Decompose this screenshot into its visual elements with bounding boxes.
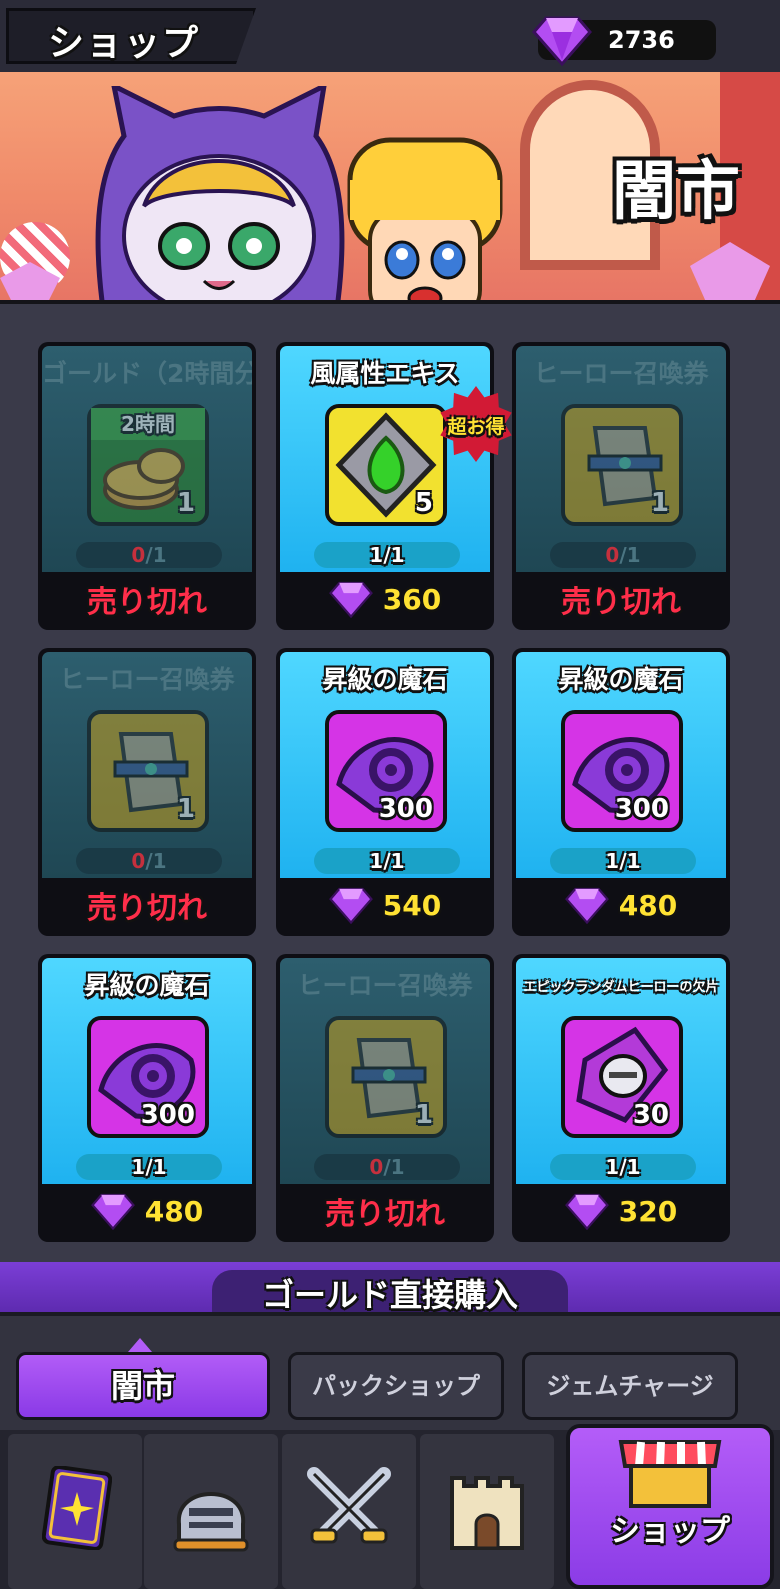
gem-icon <box>532 16 592 66</box>
item-qty: 1 <box>650 488 669 518</box>
nav-shop-label: ショップ <box>610 1514 730 1549</box>
gold-purchase-label: ゴールド直接購入 <box>261 1276 518 1314</box>
item-qty: 300 <box>614 794 669 824</box>
purchase-limit: 0/1 <box>314 1154 460 1180</box>
item-name: 昇級の魔石 <box>558 665 684 694</box>
gem-count: 2736 <box>608 26 675 54</box>
item-qty: 1 <box>176 488 195 518</box>
item-name: 昇級の魔石 <box>84 971 210 1000</box>
sold-out-label: 売り切れ <box>87 585 207 620</box>
item-name: 昇級の魔石 <box>322 665 448 694</box>
shop-item-card[interactable]: エピックランダムヒーローの欠片 30 1/1 320 <box>512 954 730 1242</box>
hooded-cat-character <box>95 86 345 300</box>
icon-label: 2時間 <box>91 408 205 440</box>
purchase-limit: 1/1 <box>314 542 460 568</box>
gem-icon <box>564 1193 609 1230</box>
card-icon <box>42 1466 112 1550</box>
nav-battle[interactable] <box>282 1434 416 1589</box>
tab-black-market[interactable]: 闇市 <box>16 1352 270 1420</box>
shop-item-card[interactable]: ヒーロー召喚券 1 0/1 売り切れ <box>276 954 494 1242</box>
gem-icon <box>90 1193 135 1230</box>
shop-item-card[interactable]: ヒーロー召喚券 1 0/1 売り切れ <box>38 648 256 936</box>
item-name: ゴールド（2時間分） <box>42 359 252 388</box>
purchase-limit: 0/1 <box>76 542 222 568</box>
shop-item-card[interactable]: 昇級の魔石 300 1/1 540 <box>276 648 494 936</box>
gem-icon <box>564 887 609 924</box>
blonde-kid-character <box>347 137 503 300</box>
tab-gem-charge[interactable]: ジェムチャージ <box>522 1352 738 1420</box>
page-title: ショップ <box>48 23 201 64</box>
crossed-swords-icon <box>307 1467 391 1544</box>
shop-item-card[interactable]: ヒーロー召喚券 1 0/1 売り切れ <box>512 342 730 630</box>
nav-cards[interactable] <box>8 1434 142 1589</box>
purchase-limit: 0/1 <box>76 848 222 874</box>
sold-out-label: 売り切れ <box>325 1197 445 1232</box>
item-price: 540 <box>382 888 442 922</box>
sold-out-label: 売り切れ <box>561 585 681 620</box>
item-price: 480 <box>144 1194 204 1228</box>
shop-item-card[interactable]: ゴールド（2時間分） 2時間 1 0/1 売り切れ <box>38 342 256 630</box>
item-price: 360 <box>382 582 442 616</box>
summon-scroll-icon: 1 <box>561 404 683 526</box>
shop-item-card[interactable]: 昇級の魔石 300 1/1 480 <box>38 954 256 1242</box>
item-qty: 1 <box>414 1100 433 1130</box>
item-name: 風属性エキス <box>310 359 460 388</box>
nav-castle[interactable] <box>420 1434 554 1589</box>
purchase-limit: 1/1 <box>76 1154 222 1180</box>
item-qty: 5 <box>414 488 433 518</box>
item-name: ヒーロー召喚券 <box>533 359 709 388</box>
item-name: ヒーロー召喚券 <box>297 971 473 1000</box>
summon-scroll-icon: 1 <box>87 710 209 832</box>
magic-stone-icon: 300 <box>325 710 447 832</box>
hero-shard-icon: 30 <box>561 1016 683 1138</box>
item-price: 320 <box>618 1194 678 1228</box>
gold-direct-purchase-section[interactable]: ゴールド直接購入 <box>0 1262 780 1314</box>
castle-icon <box>450 1476 524 1550</box>
item-qty: 30 <box>632 1100 669 1130</box>
banner-title: 闇市 <box>612 155 740 229</box>
item-name: エピックランダムヒーローの欠片 <box>523 980 719 995</box>
item-name: ヒーロー召喚券 <box>59 665 235 694</box>
sold-out-label: 売り切れ <box>87 891 207 926</box>
shop-stall-icon <box>618 1440 722 1508</box>
purchase-limit: 1/1 <box>550 848 696 874</box>
item-qty: 300 <box>378 794 433 824</box>
knight-helmet-icon <box>173 1492 249 1552</box>
black-market-banner: 闇市 <box>0 72 780 304</box>
purchase-limit: 1/1 <box>314 848 460 874</box>
nav-heroes[interactable] <box>144 1434 278 1589</box>
gem-icon <box>328 581 373 618</box>
purchase-limit: 1/1 <box>550 1154 696 1180</box>
wind-essence-icon: 5 <box>325 404 447 526</box>
shop-item-card[interactable]: 昇級の魔石 300 1/1 480 <box>512 648 730 936</box>
gem-counter[interactable]: 2736 <box>532 16 716 66</box>
item-price: 480 <box>618 888 678 922</box>
summon-scroll-icon: 1 <box>325 1016 447 1138</box>
purchase-limit: 0/1 <box>550 542 696 568</box>
magic-stone-icon: 300 <box>561 710 683 832</box>
magic-stone-icon: 300 <box>87 1016 209 1138</box>
deal-badge-label: 超お得 <box>447 416 505 438</box>
gold-coins-icon: 2時間 1 <box>87 404 209 526</box>
shop-item-card[interactable]: 風属性エキス 5 超お得 1/1 360 <box>276 342 512 630</box>
tab-indicator-arrow <box>128 1338 152 1352</box>
item-qty: 300 <box>140 1100 195 1130</box>
gem-icon <box>328 887 373 924</box>
tab-pack-shop[interactable]: パックショップ <box>288 1352 504 1420</box>
item-qty: 1 <box>176 794 195 824</box>
